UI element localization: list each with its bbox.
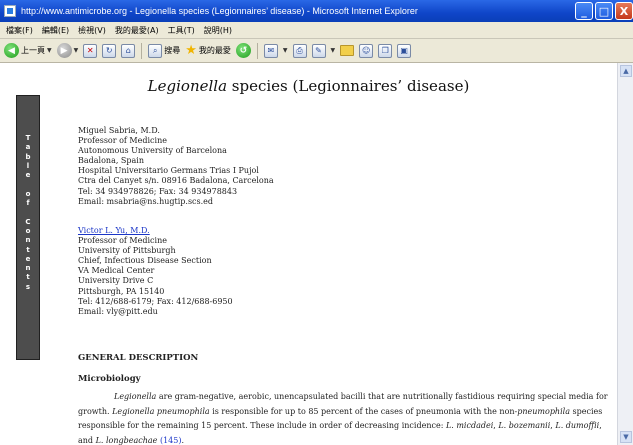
toc-letter: b: [25, 152, 31, 161]
edit-icon[interactable]: ✎: [311, 43, 326, 58]
author-line: Professor of Medicine: [78, 236, 167, 246]
stop-icon[interactable]: ✕: [83, 43, 98, 58]
scroll-up-icon[interactable]: ▲: [620, 65, 632, 77]
author-line: University Drive C: [78, 276, 154, 286]
print-icon[interactable]: ⎙: [292, 43, 307, 58]
back-button-label: 上一頁: [21, 46, 45, 55]
window-titlebar: http://www.antimicrobe.org - Legionella …: [0, 0, 633, 22]
chevron-down-icon[interactable]: ▼: [283, 47, 288, 54]
chevron-down-icon: ▼: [73, 47, 79, 54]
author-line: Email: msabria@ns.hugtip.scs.ed: [78, 196, 214, 206]
search-button-label: 搜尋: [164, 46, 181, 55]
window-title: http://www.antimicrobe.org - Legionella …: [21, 6, 418, 16]
favorites-button-label: 我的最愛: [198, 46, 231, 55]
para-italic: L. dumoffii: [555, 421, 600, 430]
para-italic: Legionella: [114, 392, 157, 401]
page-title-rest: species (Legionnaires’ disease): [227, 77, 470, 95]
toc-letter: t: [26, 245, 30, 254]
toc-letter: C: [25, 217, 31, 226]
microbiology-paragraph: Legionella are gram-negative, aerobic, u…: [78, 390, 608, 445]
table-of-contents-tab[interactable]: T a b l e o f C o n t e n t s: [16, 95, 40, 360]
toc-letter: o: [25, 226, 31, 235]
section-heading: GENERAL DESCRIPTION: [78, 353, 199, 363]
home-icon[interactable]: ⌂: [121, 43, 136, 58]
author-line: Badalona, Spain: [78, 156, 145, 166]
mail-icon[interactable]: ✉: [263, 43, 278, 58]
menu-favorites[interactable]: 我的最愛(A): [115, 25, 159, 36]
media-icon[interactable]: ▣: [397, 43, 412, 58]
author-line: Miguel Sabria, M.D.: [78, 126, 160, 135]
author-line: University of Pittsburgh: [78, 246, 176, 256]
page-title: Legionella species (Legionnaires’ diseas…: [0, 77, 617, 95]
toc-letter: l: [26, 161, 30, 170]
author-line: Tel: 412/688-6179; Fax: 412/688-6950: [78, 296, 233, 306]
chevron-down-icon: ▼: [47, 47, 52, 54]
research-icon[interactable]: ❐: [378, 43, 393, 58]
para-italic: pneumophila: [517, 406, 570, 416]
toc-letter: e: [25, 254, 31, 263]
history-icon[interactable]: ↺: [235, 43, 251, 58]
minimize-button[interactable]: _: [575, 2, 593, 20]
author-link-yu[interactable]: Victor L. Yu, M.D.: [78, 226, 233, 236]
para-italic: Legionella pneumophila: [112, 406, 210, 416]
author-line: Ctra del Canyet s/n. 08916 Badalona, Car…: [78, 176, 274, 186]
menu-bar: 檔案(F) 編輯(E) 檢視(V) 我的最愛(A) 工具(T) 說明(H): [0, 22, 633, 39]
back-button[interactable]: ◀ 上一頁 ▼: [4, 41, 52, 61]
page-content: T a b l e o f C o n t e n t s Legionella…: [0, 63, 617, 445]
folder-icon[interactable]: [340, 45, 355, 56]
subsection-heading: Microbiology: [78, 374, 141, 384]
ie-icon: [4, 5, 16, 17]
toc-letter: e: [25, 171, 31, 180]
menu-tools[interactable]: 工具(T): [168, 25, 195, 36]
toc-letter: n: [25, 236, 31, 245]
page-title-genus: Legionella: [147, 77, 228, 95]
author-line: VA Medical Center: [78, 266, 155, 276]
toolbar-separator: [141, 42, 143, 59]
toc-letter: o: [25, 189, 31, 198]
chevron-down-icon[interactable]: ▼: [331, 47, 336, 54]
author-line: Email: vly@pitt.edu: [78, 306, 158, 316]
toc-letter: n: [25, 264, 31, 273]
author-block-yu: Victor L. Yu, M.D. Professor of Medicine…: [78, 226, 233, 317]
menu-help[interactable]: 說明(H): [204, 25, 232, 36]
messenger-icon[interactable]: ☺: [359, 43, 374, 58]
author-line: Pittsburgh, PA 15140: [78, 286, 165, 296]
maximize-button[interactable]: □: [595, 2, 613, 20]
toc-letter: a: [25, 143, 31, 152]
search-icon: ⌕: [148, 43, 163, 58]
toc-letter: f: [26, 199, 30, 208]
menu-file[interactable]: 檔案(F): [6, 25, 33, 36]
refresh-icon[interactable]: ↻: [102, 43, 117, 58]
close-button[interactable]: X: [615, 2, 633, 20]
menu-view[interactable]: 檢視(V): [78, 25, 106, 36]
reference-link[interactable]: (145): [160, 436, 182, 445]
back-arrow-icon: ◀: [4, 43, 19, 58]
favorites-button[interactable]: ★ 我的最愛: [185, 41, 231, 61]
window-controls: _ □ X: [575, 2, 633, 20]
para-italic: L. longbeachae: [95, 435, 158, 445]
author-line: Hospital Universitario Germans Trias I P…: [78, 166, 259, 176]
star-icon: ★: [185, 43, 197, 58]
toc-letter: s: [25, 282, 31, 291]
author-line: Autonomous University of Barcelona: [78, 146, 227, 156]
para-text: is responsible for up to 85 percent of t…: [209, 406, 518, 416]
toolbar-separator: [256, 42, 258, 59]
author-line: Tel: 34 934978826; Fax: 34 934978843: [78, 186, 238, 196]
toc-letter: T: [25, 134, 31, 142]
scroll-down-icon[interactable]: ▼: [620, 431, 632, 443]
para-italic: L. bozemanii: [498, 421, 551, 430]
para-text: .: [181, 435, 185, 445]
toolbar: ◀ 上一頁 ▼ ▶ ▼ ✕ ↻ ⌂ ⌕ 搜尋 ★ 我的最愛 ↺ ✉ ▼ ⎙ ✎ …: [0, 39, 633, 63]
forward-button[interactable]: ▶ ▼: [56, 41, 79, 61]
search-button[interactable]: ⌕ 搜尋: [148, 41, 180, 61]
vertical-scrollbar[interactable]: ▲ ▼: [617, 63, 633, 445]
toc-letter: t: [26, 273, 30, 282]
author-line: Chief, Infectious Disease Section: [78, 256, 212, 266]
author-line: Professor of Medicine: [78, 136, 167, 146]
author-block-sabria: Miguel Sabria, M.D. Professor of Medicin…: [78, 126, 274, 207]
forward-arrow-icon: ▶: [56, 43, 72, 58]
para-italic: L. micdadei: [445, 421, 494, 430]
menu-edit[interactable]: 編輯(E): [42, 25, 69, 36]
